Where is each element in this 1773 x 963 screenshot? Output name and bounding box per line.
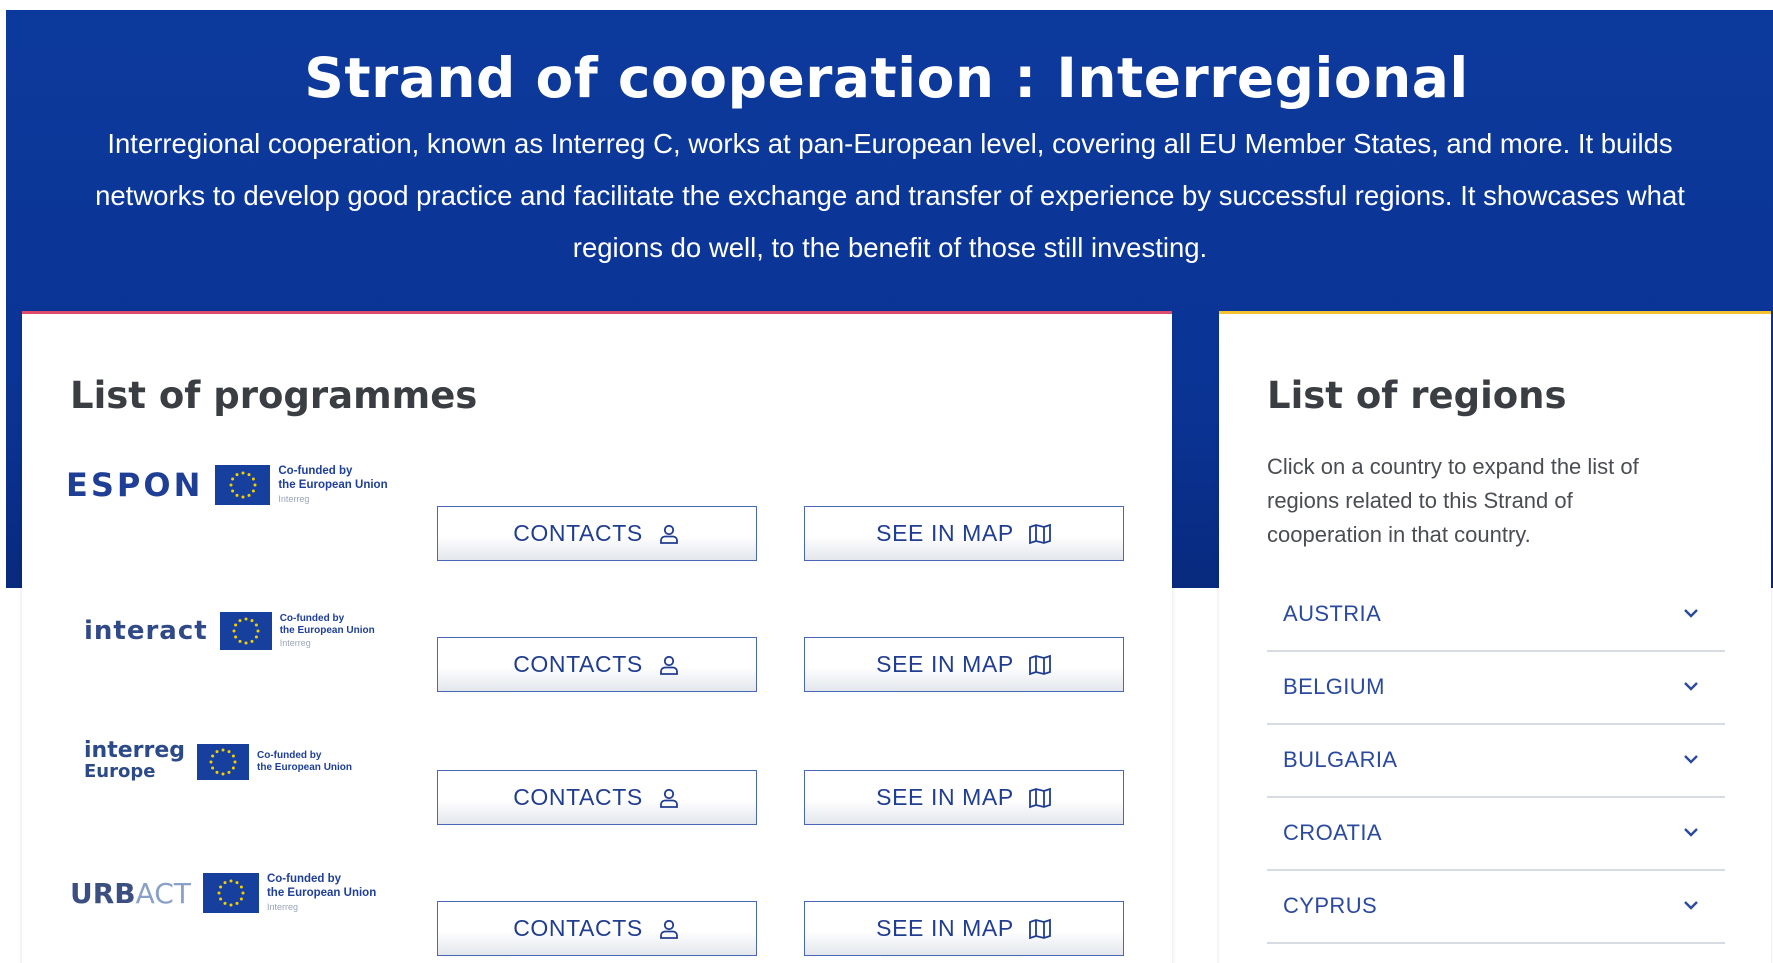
urbact-contacts-button[interactable]: CONTACTS — [437, 901, 757, 956]
interact-map-button[interactable]: SEE IN MAP — [804, 637, 1124, 692]
interreg-europe-logo-text: interreg Europe — [84, 738, 186, 782]
interreg-europe-contacts-button[interactable]: CONTACTS — [437, 770, 757, 825]
region-item-bulgaria[interactable]: BULGARIA — [1267, 725, 1725, 798]
region-label: CROATIA — [1283, 820, 1382, 845]
contacts-button-label: CONTACTS — [513, 651, 643, 677]
chevron-down-icon — [1684, 682, 1698, 691]
eu-flag-icon — [197, 743, 250, 780]
urbact-map-button[interactable]: SEE IN MAP — [804, 901, 1124, 956]
programme-row-espon: ESPON Co-funded by the European Union In… — [22, 464, 1172, 594]
programme-row-urbact: URBACT Co-funded by the European Union I… — [22, 857, 1172, 963]
interact-logo-text: interact — [84, 616, 208, 646]
espon-logo-text: ESPON — [66, 466, 204, 504]
person-icon — [659, 524, 678, 544]
map-button-label: SEE IN MAP — [876, 651, 1014, 677]
urbact-logo: URBACT Co-funded by the European Union I… — [70, 872, 376, 914]
cofund-label: Co-funded by the European Union — [257, 749, 353, 773]
cofund-label: Co-funded by the European Union Interreg — [279, 612, 375, 648]
chevron-down-icon — [1684, 901, 1698, 910]
contacts-button-label: CONTACTS — [513, 520, 643, 546]
chevron-down-icon — [1684, 828, 1698, 837]
map-icon — [1028, 918, 1051, 939]
eu-flag-icon — [202, 873, 259, 913]
region-label: AUSTRIA — [1283, 601, 1382, 626]
programme-row-interreg-europe: interreg Europe Co-funded by the Europea… — [22, 726, 1172, 856]
espon-contacts-button[interactable]: CONTACTS — [437, 506, 757, 561]
person-icon — [659, 655, 678, 675]
chevron-down-icon — [1684, 609, 1698, 618]
espon-logo: ESPON Co-funded by the European Union In… — [66, 464, 388, 506]
interact-logo: interact Co-funded by the European Union… — [84, 612, 375, 650]
map-icon — [1028, 787, 1051, 808]
map-button-label: SEE IN MAP — [876, 784, 1014, 810]
region-item-belgium[interactable]: BELGIUM — [1267, 652, 1725, 725]
cofund-label: Co-funded by the European Union Interreg — [266, 873, 377, 912]
map-icon — [1028, 523, 1051, 544]
programme-row-interact: interact Co-funded by the European Union… — [22, 594, 1172, 724]
regions-help-text: Click on a country to expand the list of… — [1267, 454, 1639, 547]
cofund-label: Co-funded by the European Union Interreg — [278, 465, 388, 504]
person-icon — [659, 788, 678, 808]
programmes-card: List of programmes ESPON Co-funded by th… — [22, 311, 1172, 963]
regions-title: List of regions — [1267, 374, 1567, 417]
contacts-button-label: CONTACTS — [513, 784, 643, 810]
region-label: BELGIUM — [1283, 674, 1385, 699]
eu-flag-icon — [219, 612, 272, 650]
eu-flag-icon — [215, 465, 271, 505]
region-label: BULGARIA — [1283, 747, 1398, 772]
page-title: Strand of cooperation : Interregional — [304, 46, 1469, 110]
map-icon — [1028, 654, 1051, 675]
map-button-label: SEE IN MAP — [876, 520, 1014, 546]
region-item-cyprus[interactable]: CYPRUS — [1267, 871, 1725, 944]
interact-contacts-button[interactable]: CONTACTS — [437, 637, 757, 692]
interreg-europe-logo: interreg Europe Co-funded by the Europea… — [84, 738, 353, 782]
region-item-austria[interactable]: AUSTRIA — [1267, 579, 1725, 652]
espon-map-button[interactable]: SEE IN MAP — [804, 506, 1124, 561]
urbact-logo-text: URBACT — [70, 876, 191, 910]
chevron-down-icon — [1684, 755, 1698, 764]
map-button-label: SEE IN MAP — [876, 915, 1014, 941]
regions-card: List of regions Click on a country to ex… — [1219, 311, 1771, 963]
page-description: Interregional cooperation, known as Inte… — [95, 128, 1685, 263]
person-icon — [659, 919, 678, 939]
region-label: CYPRUS — [1283, 893, 1378, 918]
interreg-europe-map-button[interactable]: SEE IN MAP — [804, 770, 1124, 825]
contacts-button-label: CONTACTS — [513, 915, 643, 941]
region-item-croatia[interactable]: CROATIA — [1267, 798, 1725, 871]
programmes-title: List of programmes — [70, 374, 478, 417]
